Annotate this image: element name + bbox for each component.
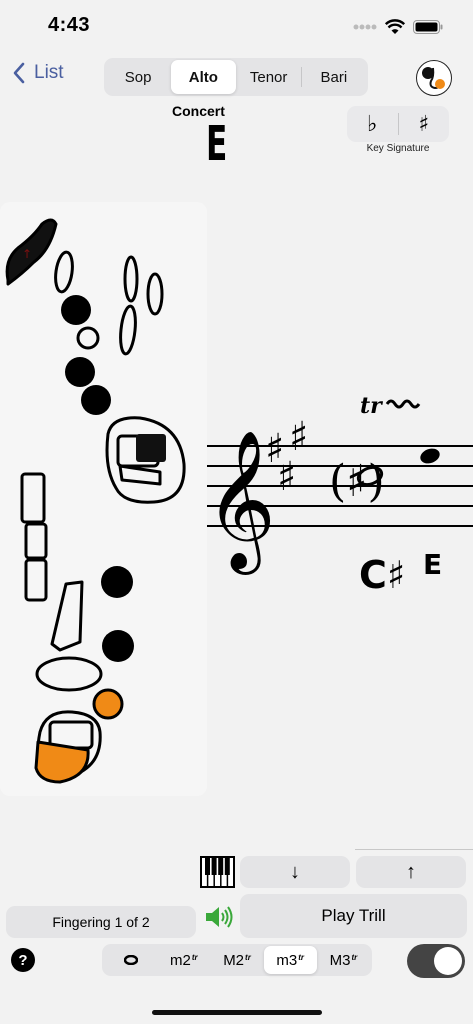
- interval-trill-suffix: tr: [191, 952, 198, 962]
- toggle-knob: [434, 947, 462, 975]
- key-sharp-button[interactable]: ♯: [399, 106, 450, 142]
- voice-tab-sop[interactable]: Sop: [106, 60, 170, 94]
- signal-dots-icon: [353, 24, 377, 30]
- interval-label: m3: [276, 951, 298, 969]
- rh-key-low: [92, 688, 124, 720]
- divider: [355, 849, 473, 850]
- speaker-icon[interactable]: [203, 903, 235, 931]
- trill-mark: tr: [360, 393, 383, 419]
- back-label: List: [34, 62, 64, 83]
- note-label-csharp: C♯: [359, 553, 405, 597]
- rh-key-1: [101, 566, 133, 598]
- interval-tab-m2[interactable]: m2 tr: [157, 946, 210, 974]
- key-signature-control: ♭ ♯: [347, 106, 449, 142]
- lh-key-2: [65, 357, 95, 387]
- trill-note: [420, 448, 440, 464]
- transpose-down-button[interactable]: ↓: [240, 856, 350, 888]
- interval-tab-m3[interactable]: m3 tr: [263, 946, 317, 974]
- trill-wave: [385, 399, 421, 409]
- side-key-3: [24, 558, 48, 602]
- octave-key-mark: ↑: [22, 247, 32, 261]
- interval-tab-M2[interactable]: M2 tr: [210, 946, 263, 974]
- rh-key-fsharp: [35, 656, 103, 692]
- key-sharp-3: ♯: [289, 413, 308, 460]
- whole-note-icon: [123, 955, 138, 965]
- interval-trill-suffix: tr: [298, 952, 305, 962]
- rh-side-key: [50, 580, 84, 652]
- palm-key-f: [146, 272, 164, 316]
- lh-key-1: [61, 295, 91, 325]
- voice-segmented-control: Sop Alto Tenor Bari: [104, 58, 368, 96]
- fingering-selector-button[interactable]: Fingering 1 of 2: [6, 906, 196, 938]
- interval-label: m2: [169, 951, 191, 969]
- palm-key-eb: [123, 255, 139, 303]
- key-signature-label: Key Signature: [366, 143, 430, 154]
- back-button[interactable]: List: [12, 62, 64, 84]
- side-key-2: [24, 522, 48, 560]
- arrow-down-icon: ↓: [290, 860, 300, 883]
- chevron-left-icon: [13, 62, 25, 84]
- status-time: 4:43: [48, 14, 91, 36]
- front-f-key: [119, 304, 137, 356]
- mode-toggle-switch[interactable]: [407, 944, 465, 978]
- palm-key-d: [54, 250, 74, 294]
- fingering-chart-panel: ↑: [0, 202, 207, 796]
- battery-icon: [413, 20, 443, 34]
- voice-tab-tenor[interactable]: Tenor: [237, 60, 301, 94]
- interval-label: M2: [223, 951, 245, 969]
- voice-tab-bari[interactable]: Bari: [302, 60, 366, 94]
- interval-trill-suffix: tr: [351, 952, 358, 962]
- lh-key-3: [81, 385, 111, 415]
- transpose-up-button[interactable]: ↑: [356, 856, 466, 888]
- note-label-e: E: [423, 548, 442, 581]
- key-sharp-2: ♯: [277, 453, 296, 500]
- play-trill-button[interactable]: Play Trill: [240, 894, 467, 938]
- voice-tab-alto[interactable]: Alto: [171, 60, 236, 94]
- app-logo-button[interactable]: [416, 60, 452, 96]
- home-indicator: [152, 1010, 322, 1015]
- interval-label: M3: [329, 951, 351, 969]
- rh-key-2: [102, 630, 134, 662]
- lh-bis-key: [76, 326, 100, 350]
- interval-tab-unison[interactable]: [104, 946, 157, 974]
- concert-note: E: [206, 116, 228, 172]
- side-key-1: [20, 472, 46, 524]
- status-icons: [353, 16, 443, 38]
- arrow-up-icon: ↑: [406, 860, 416, 883]
- interval-tab-M3[interactable]: M3 tr: [317, 946, 370, 974]
- key-flat-button[interactable]: ♭: [347, 106, 398, 142]
- piano-keyboard-icon[interactable]: [200, 856, 235, 888]
- music-staff: 𝄞 ♯ ♯ ♯ (♯) tr C♯ E: [205, 380, 473, 620]
- saxophone-fingering-diagram: ↑: [5, 218, 186, 784]
- interval-segmented-control: m2 tr M2 tr m3 tr M3 tr: [102, 944, 372, 976]
- saxophone-logo-icon: [422, 67, 445, 90]
- interval-trill-suffix: tr: [245, 952, 251, 962]
- wifi-icon: [385, 19, 405, 34]
- help-button[interactable]: ?: [11, 948, 35, 972]
